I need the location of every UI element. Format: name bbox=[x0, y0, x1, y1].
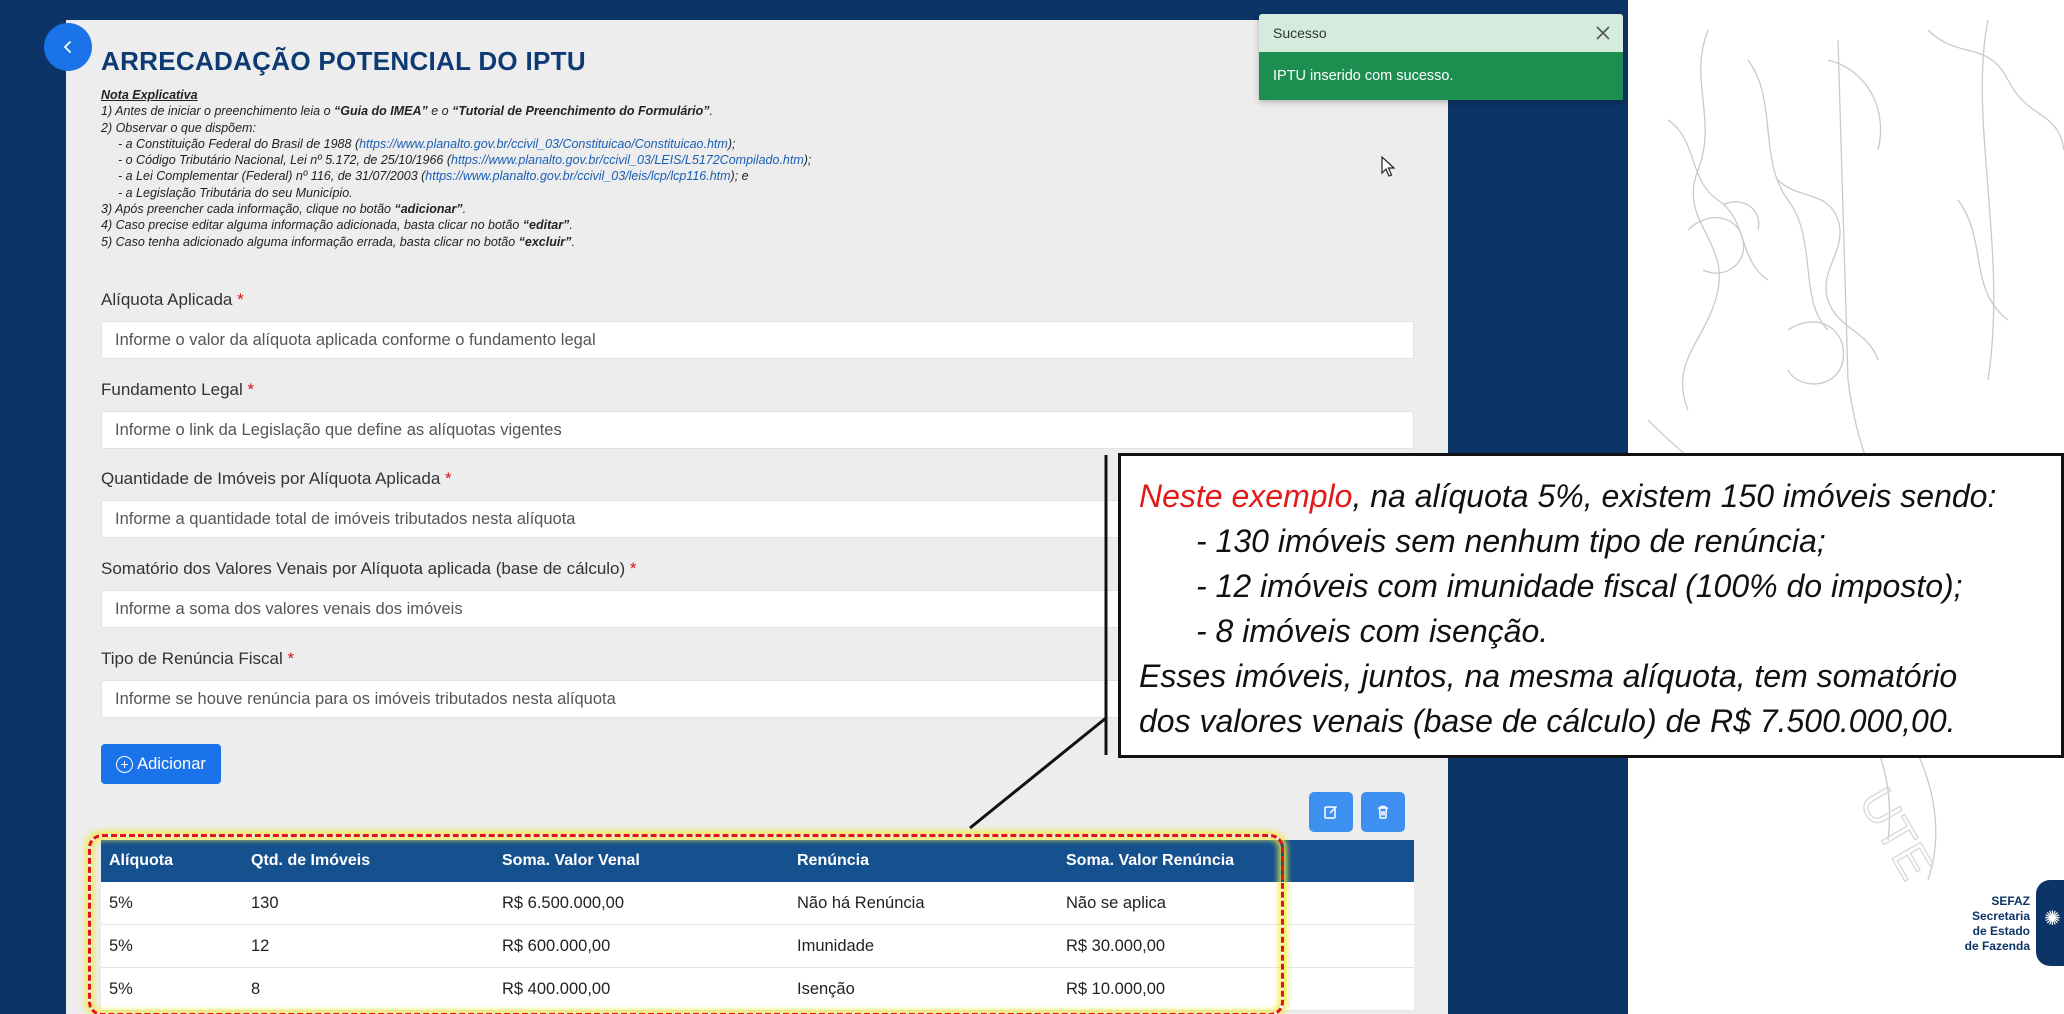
header-aliquota: Alíquota bbox=[109, 852, 173, 869]
note-law-4: - a Legislação Tributária do seu Municíp… bbox=[118, 185, 353, 200]
toast-title: Sucesso bbox=[1273, 25, 1327, 41]
callout-summary-2: dos valores venais (base de cálculo) de … bbox=[1139, 703, 1956, 739]
table-row[interactable]: 5% 130 R$ 6.500.000,00 Não há Renúncia N… bbox=[101, 882, 1414, 925]
cell-aliquota: 5% bbox=[109, 936, 133, 955]
cell-renuncia: Isenção bbox=[797, 979, 855, 998]
callout-highlight: Neste exemplo bbox=[1139, 478, 1353, 514]
svg-text:UTE: UTE bbox=[1848, 779, 1942, 889]
callout-intro: Neste exemplo, na alíquota 5%, existem 1… bbox=[1139, 478, 1997, 514]
renuncia-label: Tipo de Renúncia Fiscal * bbox=[101, 649, 295, 668]
callout-summary-1: Esses imóveis, juntos, na mesma alíquota… bbox=[1139, 658, 1958, 694]
cell-aliquota: 5% bbox=[109, 893, 133, 912]
edit-button[interactable] bbox=[1309, 792, 1353, 832]
add-button[interactable]: + Adicionar bbox=[101, 744, 221, 784]
brand-line-1: SEFAZ bbox=[1991, 894, 2030, 908]
note-law-3: - a Lei Complementar (Federal) nº 116, d… bbox=[118, 169, 749, 184]
mouse-cursor-icon bbox=[1381, 156, 1396, 177]
law-link-constituicao[interactable]: https://www.planalto.gov.br/ccivil_03/Co… bbox=[359, 137, 728, 151]
note-law-1: - a Constituição Federal do Brasil de 19… bbox=[118, 136, 736, 151]
sefaz-emblem-icon: ✺ bbox=[2044, 908, 2061, 930]
note-line-3: 3) Após preencher cada informação, cliqu… bbox=[101, 202, 467, 217]
success-toast: Sucesso IPTU inserido com sucesso. bbox=[1259, 14, 1623, 100]
edit-icon bbox=[1324, 805, 1338, 819]
delete-button[interactable] bbox=[1361, 792, 1405, 832]
trash-icon bbox=[1378, 805, 1388, 819]
cell-valor-venal: R$ 400.000,00 bbox=[502, 979, 611, 998]
explanatory-note: Nota Explicativa 1) Antes de iniciar o p… bbox=[101, 87, 1201, 250]
header-valor-venal: Soma. Valor Venal bbox=[502, 852, 640, 869]
cell-renuncia: Imunidade bbox=[797, 936, 875, 955]
brand-line-2: Secretaria bbox=[1971, 909, 2030, 923]
sefaz-brand: SEFAZ Secretaria de Estado de Fazenda ✺ bbox=[1864, 880, 2064, 966]
cell-valor-venal: R$ 600.000,00 bbox=[502, 936, 611, 955]
sefaz-brand-text: SEFAZ Secretaria de Estado de Fazenda bbox=[1965, 894, 2030, 954]
header-valor-renuncia: Soma. Valor Renúncia bbox=[1066, 852, 1235, 869]
cell-valor-renuncia: R$ 10.000,00 bbox=[1066, 979, 1166, 998]
law-link-ctn[interactable]: https://www.planalto.gov.br/ccivil_03/LE… bbox=[451, 153, 804, 167]
note-line-2: 2) Observar o que dispõem: bbox=[101, 120, 256, 135]
note-line-4: 4) Caso precise editar alguma informação… bbox=[101, 218, 573, 233]
note-law-2: - o Código Tributário Nacional, Lei nº 5… bbox=[118, 153, 812, 168]
law-link-lc116[interactable]: https://www.planalto.gov.br/ccivil_03/le… bbox=[425, 169, 730, 183]
plus-circle-icon: + bbox=[116, 755, 134, 773]
header-qtd-imoveis: Qtd. de Imóveis bbox=[251, 852, 371, 869]
quantidade-label: Quantidade de Imóveis por Alíquota Aplic… bbox=[101, 469, 452, 488]
aliquota-label: Alíquota Aplicada * bbox=[101, 290, 244, 309]
close-icon[interactable] bbox=[1595, 25, 1611, 41]
cell-qtd: 8 bbox=[251, 979, 261, 998]
brand-line-4: de Fazenda bbox=[1964, 939, 2030, 953]
page-title: ARRECADAÇÃO POTENCIAL DO IPTU bbox=[101, 46, 586, 76]
cell-valor-renuncia: Não se aplica bbox=[1066, 893, 1166, 912]
add-button-label: Adicionar bbox=[137, 754, 206, 773]
cell-valor-renuncia: R$ 30.000,00 bbox=[1066, 936, 1166, 955]
callout-item-3: - 8 imóveis com isenção. bbox=[1196, 613, 1549, 649]
toast-header: Sucesso bbox=[1259, 14, 1623, 52]
back-button[interactable] bbox=[44, 23, 92, 71]
cell-qtd: 12 bbox=[251, 936, 270, 955]
aliquota-input[interactable] bbox=[101, 321, 1414, 359]
somatorio-label: Somatório dos Valores Venais por Alíquot… bbox=[101, 559, 637, 578]
note-line-1: 1) Antes de iniciar o preenchimento leia… bbox=[101, 104, 714, 119]
table-row[interactable]: 5% 8 R$ 400.000,00 Isenção R$ 10.000,00 bbox=[101, 968, 1414, 1011]
toast-message: IPTU inserido com sucesso. bbox=[1259, 52, 1623, 100]
sefaz-logo: ✺ bbox=[2036, 880, 2064, 966]
fundamento-label: Fundamento Legal * bbox=[101, 380, 255, 399]
explanation-callout: Neste exemplo, na alíquota 5%, existem 1… bbox=[1118, 453, 2064, 758]
note-line-5: 5) Caso tenha adicionado alguma informaç… bbox=[101, 234, 575, 249]
callout-item-1: - 130 imóveis sem nenhum tipo de renúnci… bbox=[1196, 523, 1826, 559]
iptu-table: Alíquota Qtd. de Imóveis Soma. Valor Ven… bbox=[101, 840, 1414, 1011]
note-heading: Nota Explicativa bbox=[101, 88, 198, 102]
header-renuncia: Renúncia bbox=[797, 852, 870, 869]
table-header: Alíquota Qtd. de Imóveis Soma. Valor Ven… bbox=[101, 840, 1414, 882]
table-row[interactable]: 5% 12 R$ 600.000,00 Imunidade R$ 30.000,… bbox=[101, 925, 1414, 968]
cell-aliquota: 5% bbox=[109, 979, 133, 998]
cell-renuncia: Não há Renúncia bbox=[797, 893, 925, 912]
brand-line-3: de Estado bbox=[1972, 924, 2030, 938]
chevron-left-icon bbox=[63, 40, 72, 54]
fundamento-input[interactable] bbox=[101, 411, 1414, 449]
cell-qtd: 130 bbox=[251, 893, 279, 912]
cell-valor-venal: R$ 6.500.000,00 bbox=[502, 893, 625, 912]
callout-item-2: - 12 imóveis com imunidade fiscal (100% … bbox=[1196, 568, 1963, 604]
